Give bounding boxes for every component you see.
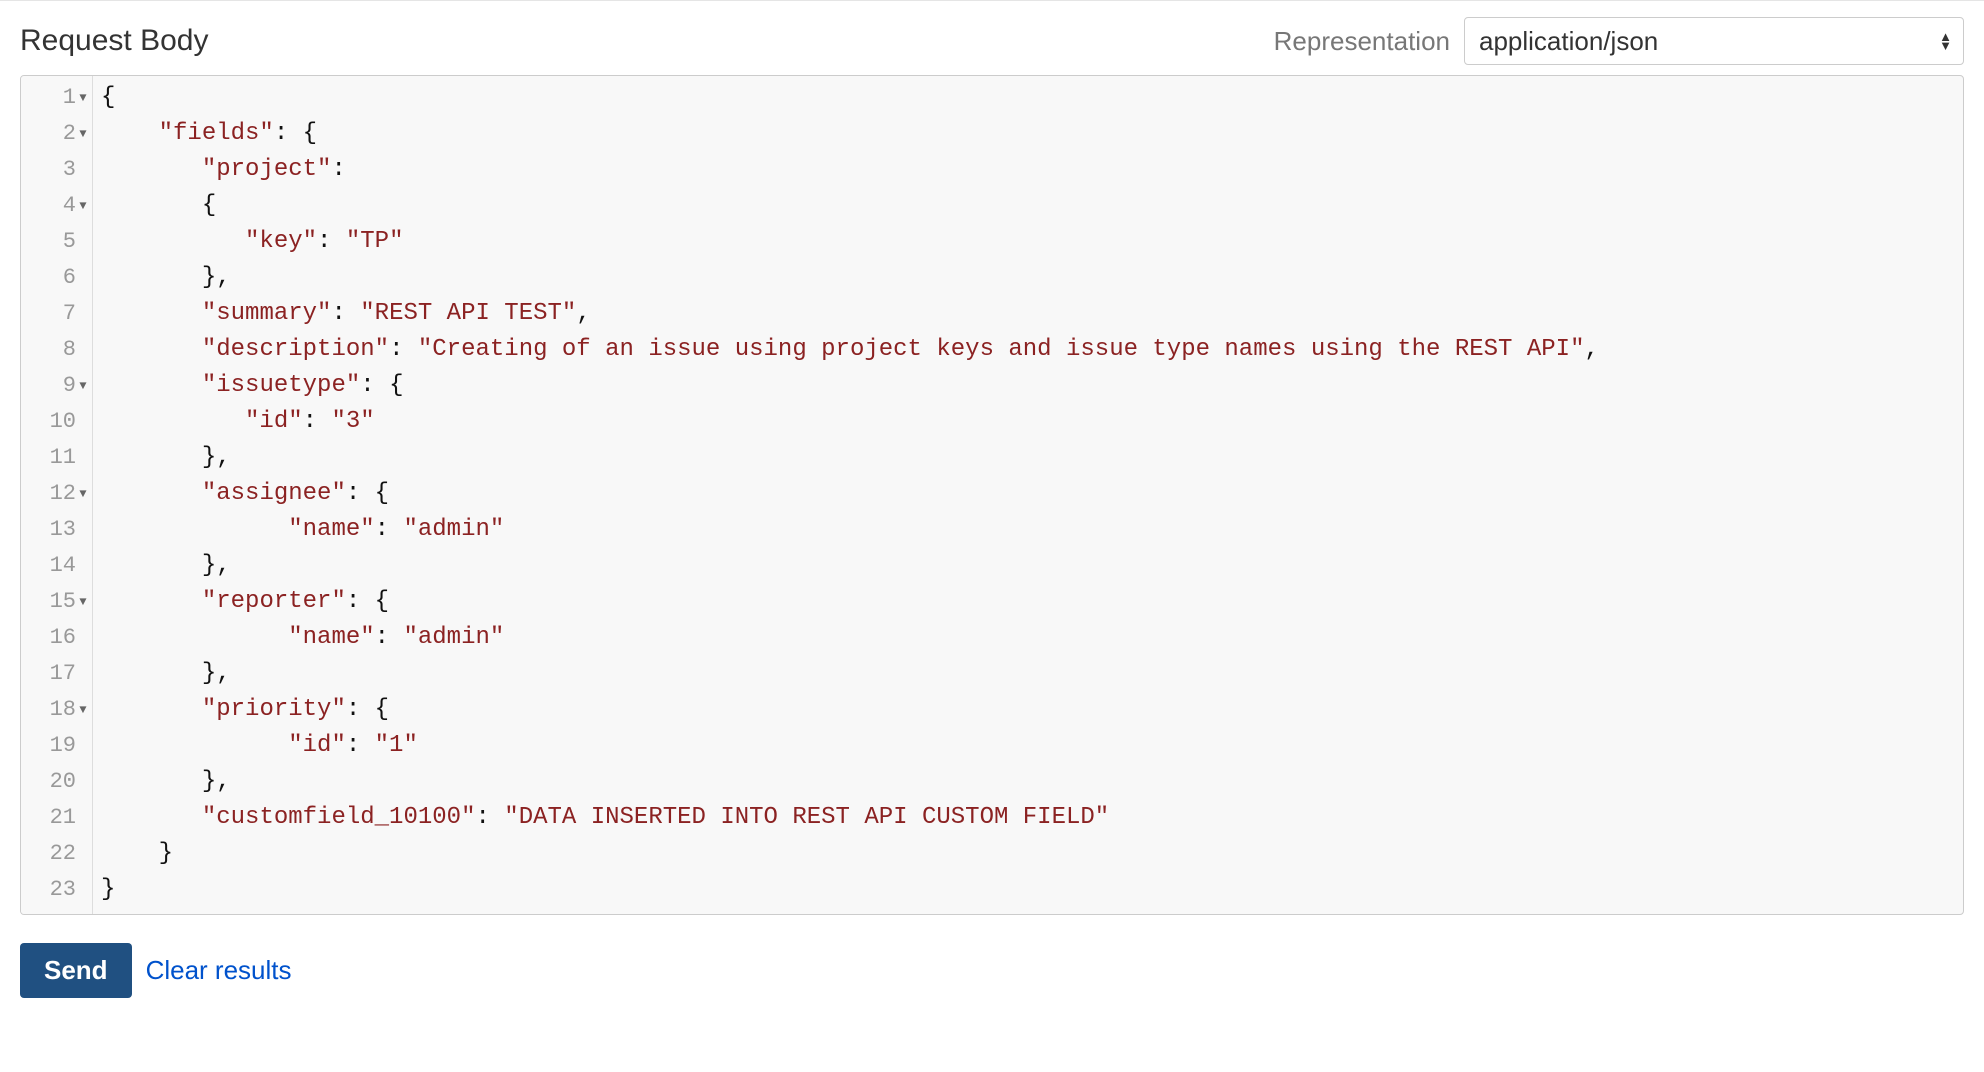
code-line[interactable]: "priority": { xyxy=(101,692,1963,728)
line-number: 7 xyxy=(21,296,92,332)
code-line[interactable]: } xyxy=(101,872,1963,908)
line-number: 12▼ xyxy=(21,476,92,512)
code-line[interactable]: "id": "3" xyxy=(101,404,1963,440)
code-line[interactable]: { xyxy=(101,188,1963,224)
line-number-gutter: 1▼2▼34▼56789▼101112▼131415▼161718▼192021… xyxy=(21,76,93,914)
representation-select-wrap: application/json ▲▼ xyxy=(1464,17,1964,65)
code-line[interactable]: { xyxy=(101,80,1963,116)
footer-row: Send Clear results xyxy=(20,943,1964,998)
header-row: Request Body Representation application/… xyxy=(20,17,1964,65)
code-editor-wrap: 1▼2▼34▼56789▼101112▼131415▼161718▼192021… xyxy=(20,75,1964,915)
code-area[interactable]: { "fields": { "project": { "key": "TP" }… xyxy=(93,76,1963,914)
code-line[interactable]: "fields": { xyxy=(101,116,1963,152)
code-line[interactable]: "id": "1" xyxy=(101,728,1963,764)
line-number: 8 xyxy=(21,332,92,368)
code-line[interactable]: }, xyxy=(101,656,1963,692)
line-number: 9▼ xyxy=(21,368,92,404)
line-number: 2▼ xyxy=(21,116,92,152)
code-line[interactable]: }, xyxy=(101,260,1963,296)
representation-select[interactable]: application/json xyxy=(1464,17,1964,65)
fold-toggle-icon[interactable]: ▼ xyxy=(78,584,88,620)
line-number: 17 xyxy=(21,656,92,692)
code-line[interactable]: "key": "TP" xyxy=(101,224,1963,260)
line-number: 23 xyxy=(21,872,92,908)
fold-toggle-icon[interactable]: ▼ xyxy=(78,188,88,224)
line-number: 6 xyxy=(21,260,92,296)
line-number: 4▼ xyxy=(21,188,92,224)
request-body-panel: Request Body Representation application/… xyxy=(0,0,1984,1072)
code-line[interactable]: "description": "Creating of an issue usi… xyxy=(101,332,1963,368)
section-title: Request Body xyxy=(20,24,208,58)
fold-toggle-icon[interactable]: ▼ xyxy=(78,368,88,404)
send-button[interactable]: Send xyxy=(20,943,132,998)
line-number: 15▼ xyxy=(21,584,92,620)
code-line[interactable]: "project": xyxy=(101,152,1963,188)
code-line[interactable]: "name": "admin" xyxy=(101,512,1963,548)
line-number: 19 xyxy=(21,728,92,764)
code-line[interactable]: "name": "admin" xyxy=(101,620,1963,656)
line-number: 20 xyxy=(21,764,92,800)
line-number: 16 xyxy=(21,620,92,656)
code-line[interactable]: "issuetype": { xyxy=(101,368,1963,404)
fold-toggle-icon[interactable]: ▼ xyxy=(78,692,88,728)
line-number: 14 xyxy=(21,548,92,584)
line-number: 11 xyxy=(21,440,92,476)
code-line[interactable]: "summary": "REST API TEST", xyxy=(101,296,1963,332)
fold-toggle-icon[interactable]: ▼ xyxy=(78,80,88,116)
line-number: 10 xyxy=(21,404,92,440)
code-line[interactable]: }, xyxy=(101,440,1963,476)
line-number: 22 xyxy=(21,836,92,872)
representation-group: Representation application/json ▲▼ xyxy=(1274,17,1964,65)
code-line[interactable]: "reporter": { xyxy=(101,584,1963,620)
representation-label: Representation xyxy=(1274,26,1450,57)
code-line[interactable]: "customfield_10100": "DATA INSERTED INTO… xyxy=(101,800,1963,836)
code-line[interactable]: "assignee": { xyxy=(101,476,1963,512)
line-number: 18▼ xyxy=(21,692,92,728)
line-number: 3 xyxy=(21,152,92,188)
code-editor[interactable]: 1▼2▼34▼56789▼101112▼131415▼161718▼192021… xyxy=(21,76,1963,914)
fold-toggle-icon[interactable]: ▼ xyxy=(78,476,88,512)
line-number: 13 xyxy=(21,512,92,548)
fold-toggle-icon[interactable]: ▼ xyxy=(78,116,88,152)
line-number: 21 xyxy=(21,800,92,836)
line-number: 5 xyxy=(21,224,92,260)
code-line[interactable]: }, xyxy=(101,764,1963,800)
code-line[interactable]: } xyxy=(101,836,1963,872)
line-number: 1▼ xyxy=(21,80,92,116)
code-line[interactable]: }, xyxy=(101,548,1963,584)
clear-results-link[interactable]: Clear results xyxy=(146,955,292,986)
